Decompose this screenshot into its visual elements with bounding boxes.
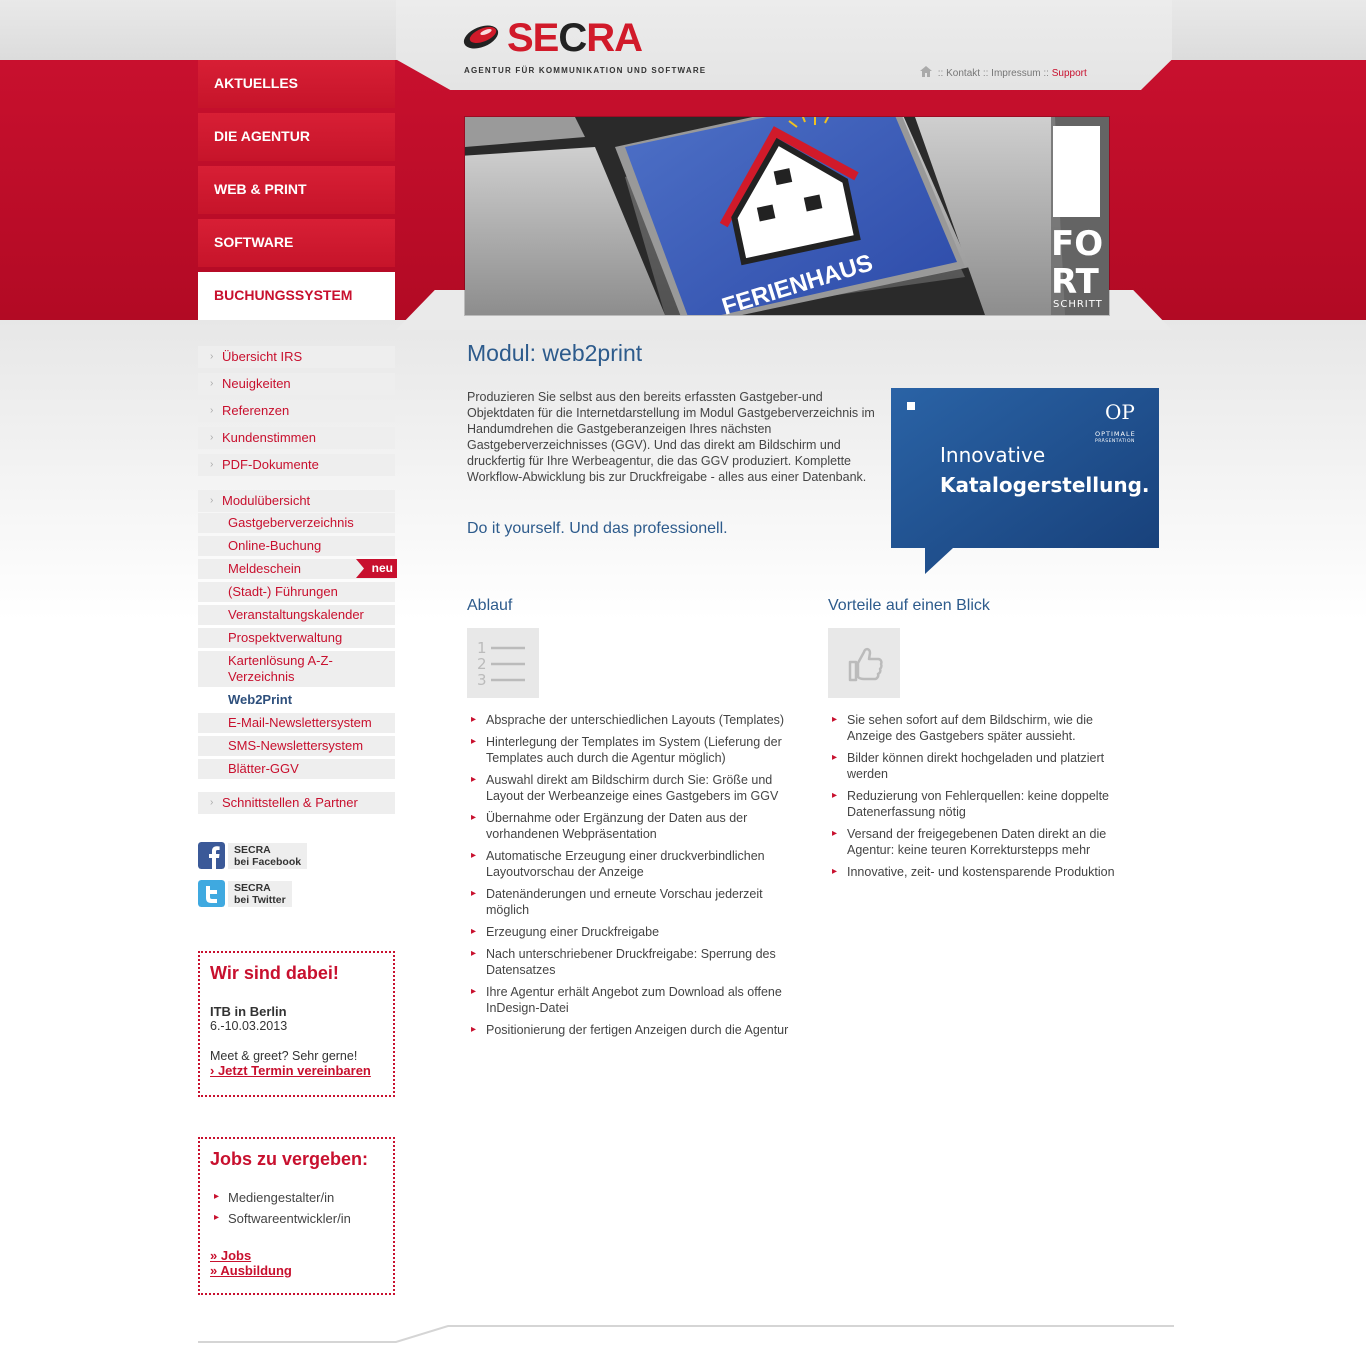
chevron-right-icon: ›: [210, 378, 214, 389]
chevron-right-icon: ›: [210, 405, 214, 416]
subnav-kundenstimmen[interactable]: › Kundenstimmen: [198, 427, 395, 449]
subnav-schnittstellen-partner[interactable]: › Schnittstellen & Partner: [198, 792, 395, 814]
list-item: Auswahl direkt am Bildschirm durch Sie: …: [468, 772, 798, 804]
svg-text:3: 3: [477, 671, 487, 689]
main-nav: AKTUELLES DIE AGENTUR WEB & PRINT SOFTWA…: [198, 60, 395, 325]
jobs-box-title: Jobs zu vergeben:: [210, 1149, 369, 1169]
promo-line1: Innovative: [940, 443, 1045, 467]
subnav-kartenloesung[interactable]: Kartenlösung A-Z- Verzeichnis: [198, 651, 395, 687]
twitter-label: SECRA bei Twitter: [228, 881, 292, 907]
support-link[interactable]: Support: [1052, 68, 1087, 79]
promo-logo-sub2: PRÄSENTATION: [1095, 437, 1135, 444]
list-item: Positionierung der fertigen Anzeigen dur…: [468, 1022, 798, 1038]
impressum-link[interactable]: Impressum: [991, 68, 1040, 79]
list-item: Übernahme oder Ergänzung der Daten aus d…: [468, 810, 798, 842]
hero-keyboard-image: FERIENHAUS FO RT SCHRITT: [465, 117, 1109, 315]
nav-web-print[interactable]: WEB & PRINT: [198, 166, 395, 214]
subnav-referenzen[interactable]: › Referenzen: [198, 400, 395, 422]
promo-square-icon: [907, 402, 915, 410]
facebook-label: SECRA bei Facebook: [228, 843, 308, 869]
chevron-right-icon: ›: [210, 495, 214, 506]
jobs-link[interactable]: » Jobs: [210, 1248, 383, 1263]
subnav-web2print[interactable]: Web2Print: [198, 690, 395, 710]
list-item: Innovative, zeit- und kostensparende Pro…: [829, 864, 1139, 880]
hero-banner: FERIENHAUS FO RT SCHRITT: [465, 117, 1109, 315]
list-item: Datenänderungen und erneute Vorschau jed…: [468, 886, 798, 918]
hero-side-text-schritt: SCHRITT: [1053, 299, 1103, 310]
subnav-stadt-fuehrungen[interactable]: (Stadt-) Führungen: [198, 582, 395, 602]
kontakt-link[interactable]: Kontakt: [946, 68, 980, 79]
list-item: Nach unterschriebener Druckfreigabe: Spe…: [468, 946, 798, 978]
nav-software[interactable]: SOFTWARE: [198, 219, 395, 267]
list-item: Hinterlegung der Templates im System (Li…: [468, 734, 798, 766]
jobs-list: Mediengestalter/in Softwareentwickler/in: [210, 1190, 383, 1226]
twitter-link[interactable]: SECRA bei Twitter: [198, 880, 308, 908]
promo-bubble: OP OPTIMALE PRÄSENTATION Innovative Kata…: [891, 388, 1159, 574]
promo-banner[interactable]: OP OPTIMALE PRÄSENTATION Innovative Kata…: [891, 388, 1159, 576]
subnav-moduluebersicht[interactable]: › Modulübersicht: [198, 490, 395, 512]
list-item: Versand der freigegebenen Daten direkt a…: [829, 826, 1139, 858]
ablauf-list: Absprache der unterschiedlichen Layouts …: [468, 712, 798, 1044]
logo-wordmark: SECRA: [507, 16, 643, 60]
intro-text: Produzieren Sie selbst aus den bereits e…: [467, 390, 875, 484]
event-name: ITB in Berlin: [210, 1004, 287, 1019]
subnav-pdf-dokumente[interactable]: › PDF-Dokumente: [198, 454, 395, 476]
promo-logo: OP: [1105, 400, 1135, 424]
appointment-link[interactable]: › Jetzt Termin vereinbaren: [210, 1063, 383, 1078]
list-item: Erzeugung einer Druckfreigabe: [468, 924, 798, 940]
vorteile-title: Vorteile auf einen Blick: [828, 597, 990, 614]
subnav-blaetter-ggv[interactable]: Blätter-GGV: [198, 759, 395, 779]
event-date: 6.-10.03.2013: [210, 1019, 288, 1033]
numbered-list-icon: 123: [467, 628, 539, 698]
home-icon[interactable]: [920, 66, 932, 77]
nav-aktuelles[interactable]: AKTUELLES: [198, 60, 395, 108]
event-box-title: Wir sind dabei!: [210, 963, 339, 983]
thumbs-up-icon: [828, 628, 900, 698]
jobs-box: Jobs zu vergeben: Mediengestalter/in Sof…: [198, 1137, 395, 1295]
hero-side-text-fo: FO: [1051, 224, 1103, 264]
list-item: Ihre Agentur erhält Angebot zum Download…: [468, 984, 798, 1016]
subnav-gastgeberverzeichnis[interactable]: Gastgeberverzeichnis: [198, 513, 395, 533]
list-item: Sie sehen sofort auf dem Bildschirm, wie…: [829, 712, 1139, 744]
promo-line2: Katalogerstellung.: [940, 473, 1150, 497]
secra-logo[interactable]: SECRA AGENTUR FÜR KOMMUNIKATION UND SOFT…: [462, 16, 707, 78]
training-link[interactable]: » Ausbildung: [210, 1263, 383, 1278]
hero-side-text-rt: RT: [1051, 262, 1100, 302]
logo-tagline: AGENTUR FÜR KOMMUNIKATION UND SOFTWARE: [464, 66, 707, 75]
facebook-link[interactable]: SECRA bei Facebook: [198, 842, 308, 870]
subnav-prospektverwaltung[interactable]: Prospektverwaltung: [198, 628, 395, 648]
nav-die-agentur[interactable]: DIE AGENTUR: [198, 113, 395, 161]
list-item: Automatische Erzeugung einer druckverbin…: [468, 848, 798, 880]
footer-divider: [198, 1325, 1174, 1343]
vorteile-list: Sie sehen sofort auf dem Bildschirm, wie…: [829, 712, 1139, 886]
nav-buchungssystem[interactable]: BUCHUNGSSYSTEM: [198, 272, 395, 320]
tagline: Do it yourself. Und das professionell.: [467, 520, 728, 537]
subnav-uebersicht-irs[interactable]: › Übersicht IRS: [198, 346, 395, 368]
chevron-right-icon: ›: [210, 459, 214, 470]
list-item: Bilder können direkt hochgeladen und pla…: [829, 750, 1139, 782]
chevron-right-icon: ›: [210, 432, 214, 443]
job-item[interactable]: Softwareentwickler/in: [210, 1211, 383, 1226]
facebook-icon: [198, 842, 225, 869]
twitter-icon: [198, 880, 225, 907]
subnav-online-buchung[interactable]: Online-Buchung: [198, 536, 395, 556]
chevron-right-icon: ›: [210, 351, 214, 362]
page-title: Modul: web2print: [467, 340, 643, 366]
meta-links: :: Kontakt :: Impressum :: Support: [920, 66, 1087, 79]
event-text: Meet & greet? Sehr gerne!: [210, 1049, 358, 1063]
subnav-sms-newsletter[interactable]: SMS-Newslettersystem: [198, 736, 395, 756]
ablauf-title: Ablauf: [467, 597, 513, 614]
list-item: Absprache der unterschiedlichen Layouts …: [468, 712, 798, 728]
chevron-right-icon: ›: [210, 797, 214, 808]
promo-logo-sub1: OPTIMALE: [1095, 430, 1136, 438]
subnav-veranstaltungskalender[interactable]: Veranstaltungskalender: [198, 605, 395, 625]
subnav-email-newsletter[interactable]: E-Mail-Newslettersystem: [198, 713, 395, 733]
job-item[interactable]: Mediengestalter/in: [210, 1190, 383, 1205]
event-box: Wir sind dabei! ITB in Berlin 6.-10.03.2…: [198, 951, 395, 1097]
logo-swoosh-icon: [463, 25, 499, 49]
subnav-neuigkeiten[interactable]: › Neuigkeiten: [198, 373, 395, 395]
list-item: Reduzierung von Fehlerquellen: keine dop…: [829, 788, 1139, 820]
